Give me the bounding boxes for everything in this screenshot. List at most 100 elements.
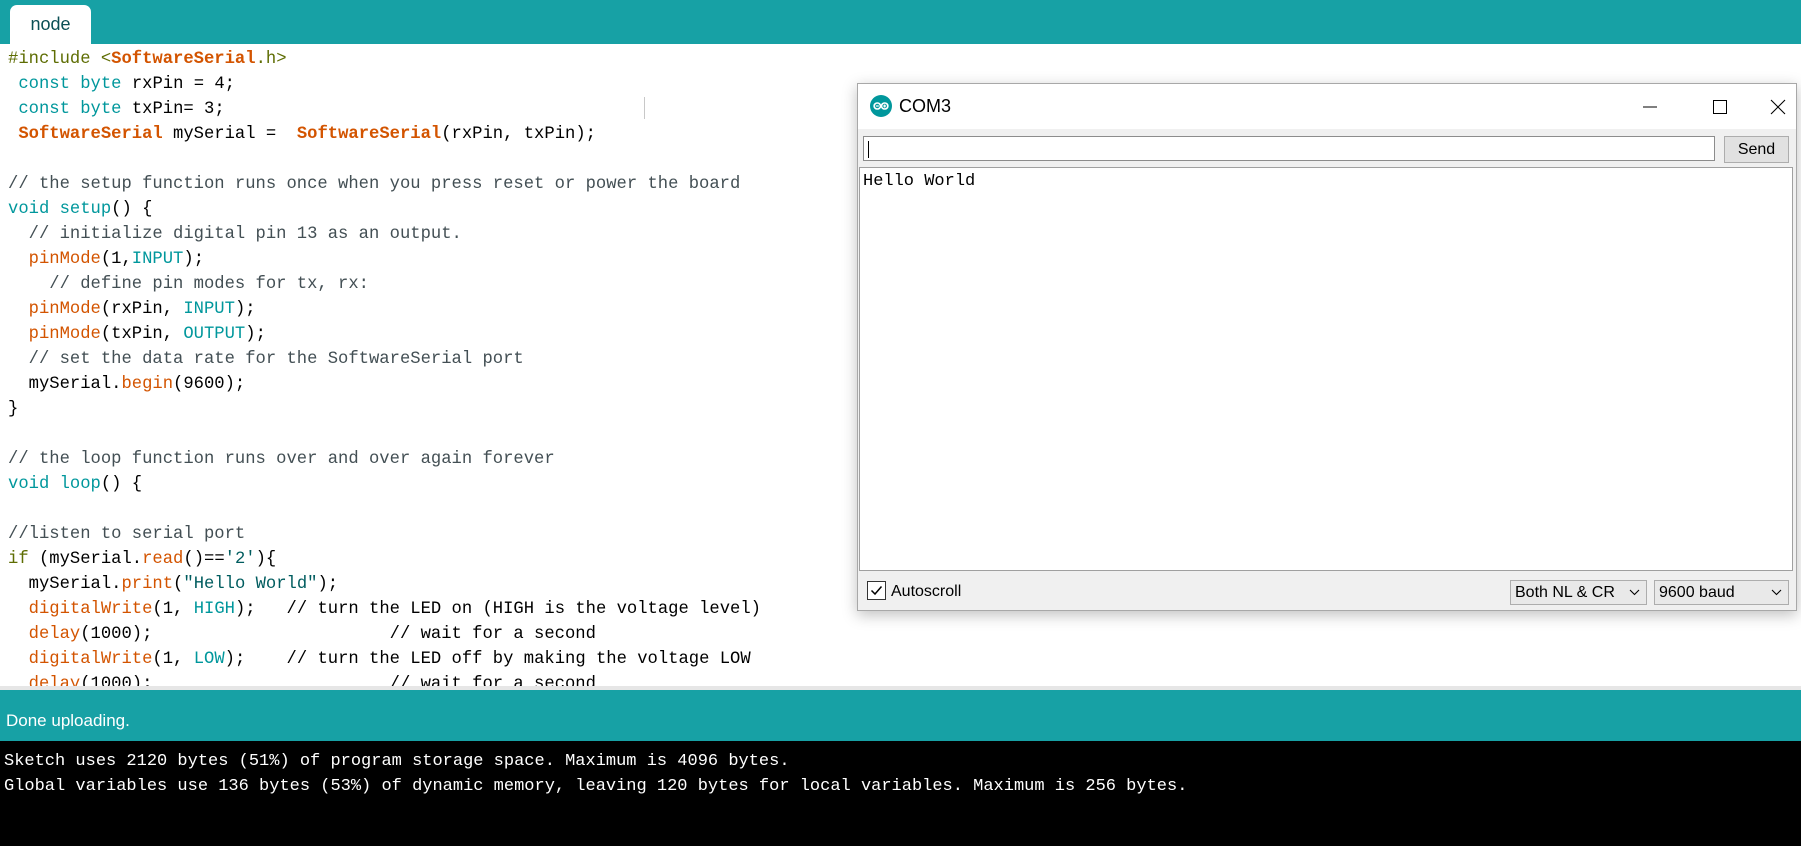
minimize-button[interactable] — [1620, 84, 1680, 129]
chevron-down-icon — [1629, 589, 1640, 596]
baud-rate-select[interactable]: 9600 baud — [1654, 580, 1789, 605]
code-token: (rxPin, — [100, 300, 184, 319]
code-line: // the loop function runs over and over … — [8, 447, 555, 472]
serial-output-text: Hello World — [863, 172, 976, 191]
chevron-down-icon — [1771, 589, 1782, 596]
code-token: SoftwareSerial — [18, 125, 163, 144]
code-token: SoftwareSerial — [296, 125, 442, 144]
code-token: ); — [234, 300, 256, 319]
serial-monitor-titlebar[interactable]: COM3 — [858, 84, 1796, 129]
code-line: // the setup function runs once when you… — [8, 172, 740, 197]
code-token: ()== — [183, 550, 225, 569]
code-token: // set the data rate for the SoftwareSer… — [8, 350, 524, 369]
code-line: void setup() { — [8, 197, 152, 222]
code-token: ); // turn the LED on (HIGH is the volta… — [234, 600, 761, 619]
code-token: // initialize digital pin 13 as an outpu… — [8, 225, 462, 244]
code-token: (rxPin, txPin); — [441, 125, 596, 144]
code-token: () { — [100, 475, 143, 494]
code-token: rxPin = 4; — [121, 75, 235, 94]
code-token: byte — [80, 100, 122, 119]
code-token: ){ — [255, 550, 277, 569]
serial-input-row: Send — [858, 129, 1796, 169]
code-token: (9600); — [173, 375, 246, 394]
code-line: mySerial.begin(9600); — [8, 372, 246, 397]
code-token: } — [8, 400, 19, 419]
code-line: const byte rxPin = 4; — [8, 72, 235, 97]
code-token: (1000); // wait for a second — [80, 625, 596, 644]
code-token: const — [18, 75, 70, 94]
code-token: pinMode — [28, 325, 101, 344]
line-ending-value: Both NL & CR — [1515, 584, 1615, 601]
code-line: // initialize digital pin 13 as an outpu… — [8, 222, 462, 247]
code-token: mySerial. — [8, 575, 122, 594]
code-token: mySerial = — [162, 125, 297, 144]
code-token: SoftwareSerial — [111, 50, 256, 69]
code-line: pinMode(rxPin, INPUT); — [8, 297, 256, 322]
code-token: print — [121, 575, 174, 594]
code-line: pinMode(1,INPUT); — [8, 247, 204, 272]
code-token: void — [8, 200, 50, 219]
code-line: digitalWrite(1, HIGH); // turn the LED o… — [8, 597, 761, 622]
code-token: // the setup function runs once when you… — [8, 175, 741, 194]
code-line: const byte txPin= 3; — [8, 97, 224, 122]
code-token: OUTPUT — [183, 325, 246, 344]
status-message: Done uploading. — [6, 711, 130, 730]
maximize-button[interactable] — [1690, 84, 1750, 129]
code-token: () { — [111, 200, 153, 219]
code-line: #include <SoftwareSerial.h> — [8, 47, 287, 72]
autoscroll-checkbox[interactable] — [867, 581, 886, 600]
code-token: (mySerial. — [28, 550, 143, 569]
autoscroll-label: Autoscroll — [891, 583, 962, 600]
code-token: // the loop function runs over and over … — [8, 450, 555, 469]
send-button[interactable]: Send — [1724, 136, 1789, 163]
code-token: ( — [173, 575, 184, 594]
code-line: // define pin modes for tx, rx: — [8, 272, 369, 297]
output-console: Sketch uses 2120 bytes (51%) of program … — [0, 741, 1801, 846]
code-token: INPUT — [131, 250, 184, 269]
code-line: // set the data rate for the SoftwareSer… — [8, 347, 524, 372]
code-token: #include < — [8, 50, 112, 69]
code-token: loop — [59, 475, 101, 494]
console-line: Sketch uses 2120 bytes (51%) of program … — [4, 752, 790, 771]
code-token: read — [142, 550, 184, 569]
code-token: void — [8, 475, 50, 494]
code-token: ); — [317, 575, 339, 594]
arduino-logo-icon — [870, 95, 892, 117]
tab-node[interactable]: node — [10, 5, 91, 44]
line-ending-select[interactable]: Both NL & CR — [1510, 580, 1647, 605]
code-token: INPUT — [183, 300, 235, 319]
sketch-tab-bar: node — [0, 0, 1801, 44]
code-token: const — [18, 100, 70, 119]
code-token: mySerial. — [8, 375, 122, 394]
code-line: void loop() { — [8, 472, 142, 497]
code-token: pinMode — [28, 250, 101, 269]
code-token: (1, — [152, 650, 194, 669]
text-caret — [868, 141, 869, 158]
code-token: '2' — [224, 550, 256, 569]
code-token: delay — [28, 625, 81, 644]
code-token: (txPin, — [100, 325, 184, 344]
code-token: if — [8, 550, 29, 569]
code-token: ); — [245, 325, 266, 344]
serial-monitor-title: COM3 — [899, 96, 952, 116]
serial-output-area[interactable]: Hello World — [859, 167, 1793, 571]
close-button[interactable] — [1760, 84, 1796, 129]
code-line: } — [8, 397, 18, 422]
code-token: LOW — [193, 650, 225, 669]
code-token: ); — [183, 250, 205, 269]
baud-rate-value: 9600 baud — [1659, 584, 1735, 601]
code-line: digitalWrite(1, LOW); // turn the LED of… — [8, 647, 751, 672]
serial-send-input[interactable] — [863, 136, 1715, 161]
code-line: SoftwareSerial mySerial = SoftwareSerial… — [8, 122, 596, 147]
mouse-ibeam-cursor-icon — [640, 97, 649, 119]
code-line: mySerial.print("Hello World"); — [8, 572, 338, 597]
